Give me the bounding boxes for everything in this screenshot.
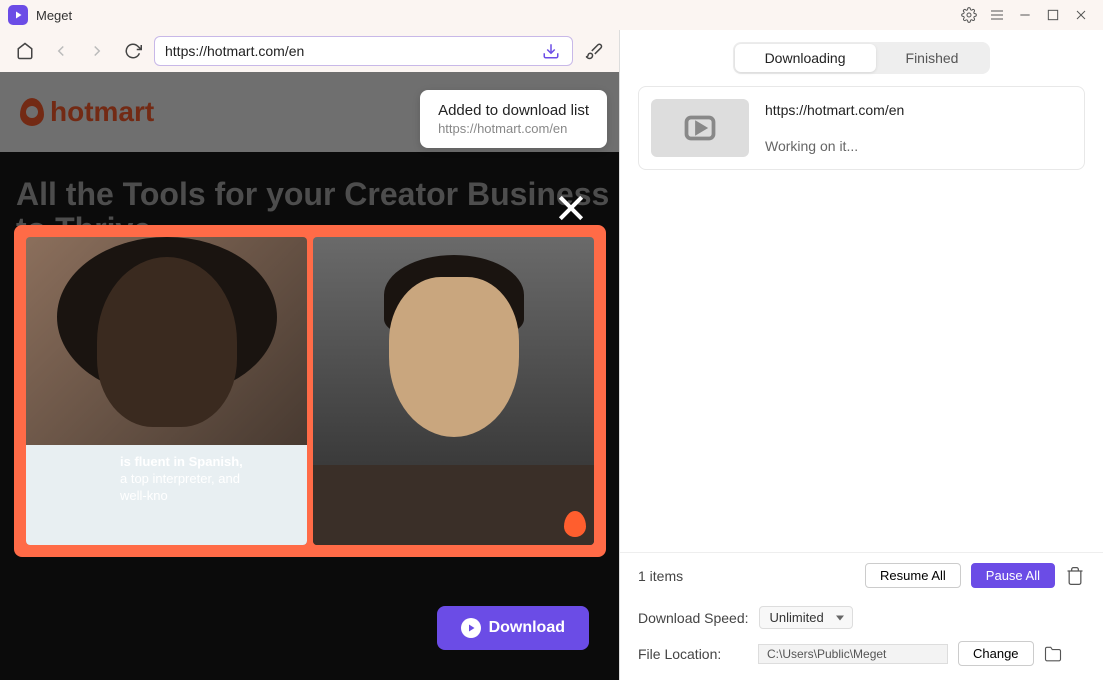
speed-select[interactable]: Unlimited — [759, 606, 853, 629]
maximize-button[interactable] — [1039, 1, 1067, 29]
location-label: File Location: — [638, 646, 748, 662]
speed-label: Download Speed: — [638, 610, 749, 626]
brush-icon[interactable] — [579, 36, 609, 66]
download-button[interactable]: Download — [437, 606, 589, 650]
video-preview[interactable]: JANE is fluent in Spanish, a top interpr… — [14, 225, 606, 557]
folder-icon[interactable] — [1044, 645, 1062, 663]
close-modal-icon[interactable] — [555, 192, 587, 224]
video-person-1: JANE is fluent in Spanish, a top interpr… — [26, 237, 307, 545]
trash-icon[interactable] — [1065, 566, 1085, 586]
download-tabs: Downloading Finished — [620, 30, 1103, 86]
download-button-label: Download — [489, 619, 565, 637]
video-thumbnail-icon — [651, 99, 749, 157]
item-count: 1 items — [638, 568, 855, 584]
resume-all-button[interactable]: Resume All — [865, 563, 961, 588]
toast-title: Added to download list — [438, 102, 589, 119]
back-button[interactable] — [46, 36, 76, 66]
download-footer: 1 items Resume All Pause All Download Sp… — [620, 552, 1103, 680]
toast-notification: Added to download list https://hotmart.c… — [420, 90, 607, 148]
download-list: https://hotmart.com/en Working on it... — [620, 86, 1103, 552]
pause-all-button[interactable]: Pause All — [971, 563, 1055, 588]
forward-button[interactable] — [82, 36, 112, 66]
minimize-button[interactable] — [1011, 1, 1039, 29]
download-item[interactable]: https://hotmart.com/en Working on it... — [638, 86, 1085, 170]
home-button[interactable] — [10, 36, 40, 66]
play-icon — [461, 618, 481, 638]
close-button[interactable] — [1067, 1, 1095, 29]
app-icon — [8, 5, 28, 25]
browser-toolbar — [0, 30, 619, 72]
browser-view: hotmart All the Tools for your Creator B… — [0, 72, 619, 680]
titlebar: Meget — [0, 0, 1103, 30]
url-input[interactable] — [165, 43, 540, 59]
reload-button[interactable] — [118, 36, 148, 66]
download-page-icon[interactable] — [540, 40, 562, 62]
location-input[interactable] — [758, 644, 948, 664]
video-person-2 — [313, 237, 594, 545]
menu-icon[interactable] — [983, 1, 1011, 29]
app-title: Meget — [36, 8, 72, 23]
download-item-status: Working on it... — [765, 138, 1072, 154]
flame-icon — [564, 511, 586, 537]
tab-finished[interactable]: Finished — [876, 44, 989, 72]
jane-label: JANE — [26, 355, 28, 535]
download-item-url: https://hotmart.com/en — [765, 102, 1072, 118]
toast-url: https://hotmart.com/en — [438, 121, 589, 136]
url-bar[interactable] — [154, 36, 573, 66]
change-location-button[interactable]: Change — [958, 641, 1034, 666]
jane-description: is fluent in Spanish, a top interpreter,… — [120, 454, 243, 505]
settings-icon[interactable] — [955, 1, 983, 29]
tab-downloading[interactable]: Downloading — [735, 44, 876, 72]
